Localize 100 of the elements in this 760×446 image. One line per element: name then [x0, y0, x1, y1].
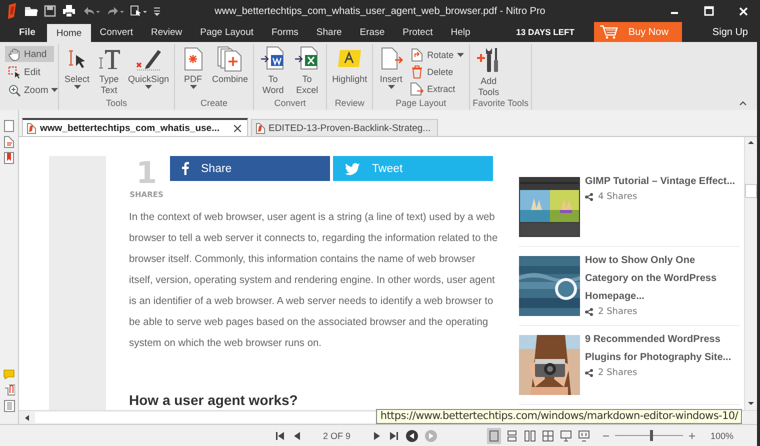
window-title: www_bettertechtips_com_whatis_user_agent_web_browser.pdf - Nitro Pro	[214, 6, 546, 16]
ribbon-group-label: Create	[200, 97, 229, 110]
extract-page-icon	[410, 82, 424, 96]
ribbon-small-button[interactable]: Extract	[410, 81, 464, 96]
view-mode-button[interactable]	[576, 428, 591, 444]
view-mode-button[interactable]	[486, 428, 501, 444]
trial-days-left: 13 DAYS LEFT	[516, 26, 576, 39]
page-indicator[interactable]: 2 OF 9	[309, 430, 365, 440]
sign-up-link[interactable]: Sign Up	[682, 22, 760, 42]
ribbon-tool-button[interactable]: Insert	[376, 44, 406, 88]
facebook-icon	[182, 162, 189, 175]
menu-tab[interactable]: File	[0, 22, 48, 42]
article-paragraph: In the context of web browser, user agent is a string (a line of text) used by a web browser to tell a web server it connects to, regarding the information related to the browser itself. Commonly, this information contains the name of web browser itself, version, operating system and rendering engine. In other words, user agent is an identifier of a web browser. A web server needs to identify a web browser to be able to serve web pages based on the associated browser and the operating system on which the web browser runs on.	[129, 211, 499, 351]
hand-tool-button[interactable]: Hand	[5, 46, 54, 62]
menu-tab[interactable]: Forms	[262, 22, 308, 42]
folder-icon[interactable]	[24, 5, 38, 17]
zoom-in-icon[interactable]	[688, 432, 695, 438]
collapse-ribbon-icon[interactable]	[739, 101, 747, 106]
ribbon-small-button[interactable]: Delete	[410, 64, 464, 79]
close-tab-icon[interactable]	[234, 124, 241, 132]
ribbon-tool-button[interactable]: Type Text	[94, 44, 124, 95]
ribbon-group-label: Favorite Tools	[472, 97, 528, 110]
related-post-link[interactable]: How to Show Only One Category on the WordPress Homepage...	[585, 252, 740, 306]
back-circle-icon[interactable]	[406, 430, 418, 442]
pdf-file-icon	[256, 122, 265, 134]
ribbon-tool-button[interactable]: To Word	[257, 44, 290, 95]
share-count-label: 2 Shares	[585, 307, 740, 317]
trash-icon	[410, 64, 424, 78]
ribbon-tool-button[interactable]: Combine	[210, 44, 250, 84]
zoom-icon	[8, 84, 21, 96]
page-layout-icon	[488, 430, 500, 442]
app-logo-icon	[6, 3, 18, 19]
last-page-icon[interactable]	[388, 430, 399, 440]
zoom-slider-thumb[interactable]	[650, 430, 653, 441]
page-layout-icon	[524, 430, 536, 442]
view-mode-button[interactable]	[558, 428, 573, 444]
hand-icon	[8, 48, 21, 60]
related-post-link[interactable]: GIMP Tutorial – Vintage Effect...	[585, 173, 736, 191]
article-heading: How a user agent works?	[129, 392, 299, 409]
select-page-icon[interactable]	[130, 5, 148, 17]
scrollbar-thumb[interactable]	[745, 184, 757, 198]
ribbon-group-label: Review	[334, 97, 366, 110]
document-properties-icon[interactable]	[4, 136, 14, 148]
menu-tab[interactable]: Help	[442, 22, 480, 42]
zoom-out-icon[interactable]	[602, 432, 609, 438]
related-post-link[interactable]: 9 Recommended WordPress Plugins for Photography Site...	[585, 331, 740, 367]
scroll-left-icon[interactable]	[23, 412, 31, 422]
previous-page-icon[interactable]	[292, 430, 302, 440]
view-mode-button[interactable]	[540, 428, 555, 444]
share-icon	[585, 369, 593, 377]
ribbon-group-label: Tools	[105, 97, 128, 110]
facebook-share-button[interactable]: Share	[170, 156, 330, 181]
attachment-icon[interactable]	[4, 384, 14, 396]
view-mode-button[interactable]	[504, 428, 519, 444]
hand-tool-button[interactable]: Edit	[5, 64, 54, 80]
maximize-icon	[704, 6, 714, 16]
edit-selection-icon	[8, 66, 21, 78]
document-tab[interactable]: EDITED-13-Proven-Backlink-Strateg...	[250, 119, 438, 136]
print-icon[interactable]	[62, 5, 76, 17]
bird-icon	[345, 162, 360, 174]
share-count-label: 2 Shares	[585, 368, 740, 378]
menu-tab[interactable]: Erase	[350, 22, 394, 42]
page-layout-icon	[542, 430, 554, 442]
page-layout-icon	[578, 430, 590, 442]
bookmark-icon[interactable]	[4, 152, 14, 164]
redo-icon[interactable]	[106, 6, 124, 16]
view-mode-button[interactable]	[522, 428, 537, 444]
close-icon	[738, 6, 748, 16]
combine-documents-icon	[216, 46, 244, 72]
document-tab[interactable]: www_bettertechtips_com_whatis_use...	[22, 118, 248, 136]
rotate-page-icon	[410, 48, 424, 62]
ribbon-tool-button[interactable]: PDF	[178, 44, 208, 88]
next-page-icon[interactable]	[372, 430, 382, 440]
hand-tool-button[interactable]: Zoom	[5, 82, 54, 98]
ribbon-tool-button[interactable]: Highlight	[330, 44, 370, 84]
ribbon-small-button[interactable]: Rotate	[410, 47, 464, 62]
page-thumbnails-icon[interactable]	[4, 120, 14, 132]
page-layout-icon	[560, 430, 572, 442]
menu-tab[interactable]: Review	[142, 22, 192, 42]
menu-tab[interactable]: Page Layout	[191, 22, 262, 42]
ribbon-tool-button[interactable]: Add Tools	[472, 44, 505, 97]
save-icon[interactable]	[44, 5, 56, 17]
customize-menu-icon[interactable]	[154, 6, 160, 16]
menu-tab[interactable]: Home	[47, 24, 91, 42]
ribbon-tool-button[interactable]: QuickSign	[126, 44, 172, 88]
share-icon	[585, 308, 593, 316]
zoom-percentage: 100%	[710, 430, 734, 440]
cart-icon	[600, 25, 618, 39]
first-page-icon[interactable]	[275, 430, 285, 440]
undo-icon[interactable]	[82, 6, 100, 16]
share-icon	[585, 193, 593, 201]
share-count-label: 4 Shares	[585, 192, 736, 202]
menu-tab[interactable]: Protect	[394, 22, 442, 42]
pdf-file-icon	[27, 122, 36, 134]
ribbon-tool-button[interactable]: To Excel	[291, 44, 324, 95]
page-layout-icon	[506, 430, 518, 442]
list-icon[interactable]	[4, 400, 14, 412]
menu-tab[interactable]: Share	[307, 22, 351, 42]
menu-tab[interactable]: Convert	[90, 22, 142, 42]
ribbon-tool-button[interactable]: Select	[62, 44, 92, 88]
